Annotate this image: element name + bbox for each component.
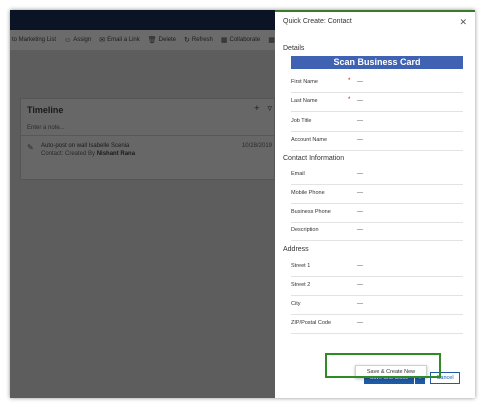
first-name-field[interactable]: First Name * --- <box>291 74 463 93</box>
note-input[interactable]: Enter a note... <box>27 125 65 131</box>
street2-field[interactable]: Street 2 --- <box>291 277 463 296</box>
quick-create-panel: Quick Create: Contact ✕ Details Scan Bus… <box>275 10 475 398</box>
command-bar: to Marketing List ☺ Assign ✉ Email a Link … <box>10 30 281 50</box>
assign-icon: ☺ <box>64 36 72 44</box>
post-date: 10/28/2019 <box>241 143 272 149</box>
zip-field[interactable]: ZIP/Postal Code --- <box>291 315 463 334</box>
email-field[interactable]: Email --- <box>291 166 463 185</box>
collaborate-icon: ▦ <box>220 37 228 44</box>
timeline-title: Timeline <box>27 105 64 115</box>
section-contact-info-title: Contact Information <box>283 155 345 162</box>
account-name-field[interactable]: Account Name --- <box>291 132 463 151</box>
job-title-field[interactable]: Job Title --- <box>291 113 463 132</box>
business-phone-field[interactable]: Business Phone --- <box>291 204 463 223</box>
panel-accent-bar <box>275 10 475 12</box>
mobile-phone-field[interactable]: Mobile Phone --- <box>291 185 463 204</box>
post-author: Nishant Rana <box>96 151 136 157</box>
section-address-title: Address <box>283 246 309 253</box>
add-to-marketing-list-button[interactable]: to Marketing List <box>12 37 56 43</box>
trash-icon: 🗑 <box>147 37 157 44</box>
close-icon[interactable]: ✕ <box>459 17 467 28</box>
timeline-actions: + ▿ <box>254 103 272 114</box>
assign-button[interactable]: ☺ Assign <box>64 37 91 44</box>
city-field[interactable]: City --- <box>291 296 463 315</box>
panel-title: Quick Create: Contact <box>283 18 352 25</box>
timeline-card: Timeline + ▿ Enter a note... ✎ Auto-post… <box>20 98 275 180</box>
street1-field[interactable]: Street 1 --- <box>291 258 463 277</box>
highlight-box <box>325 353 441 378</box>
scan-business-card-button[interactable]: Scan Business Card <box>291 56 463 69</box>
last-name-field[interactable]: Last Name * --- <box>291 93 463 112</box>
process-icon: ▦ <box>268 37 275 44</box>
app-window: to Marketing List ☺ Assign ✉ Email a Link … <box>10 10 475 398</box>
post-title: Auto-post on wall Isabelle Scenia <box>41 143 130 149</box>
post-subtitle: Contact: Created By Nishant Rana <box>41 151 136 157</box>
collaborate-button[interactable]: ▦ Collaborate <box>221 36 260 44</box>
refresh-button[interactable]: ↻ Refresh <box>184 36 213 44</box>
refresh-icon: ↻ <box>184 37 190 44</box>
required-indicator: * <box>348 97 351 103</box>
description-field[interactable]: Description --- <box>291 222 463 241</box>
timeline-divider <box>21 135 274 136</box>
email-link-button[interactable]: ✉ Email a Link <box>99 36 140 44</box>
email-icon: ✉ <box>99 37 106 44</box>
add-icon[interactable]: + <box>254 103 259 114</box>
filter-icon[interactable]: ▿ <box>267 103 272 114</box>
post-icon: ✎ <box>27 143 34 152</box>
section-details-title: Details <box>283 45 305 52</box>
delete-button[interactable]: 🗑 Delete <box>148 36 176 44</box>
required-indicator: * <box>348 78 351 84</box>
